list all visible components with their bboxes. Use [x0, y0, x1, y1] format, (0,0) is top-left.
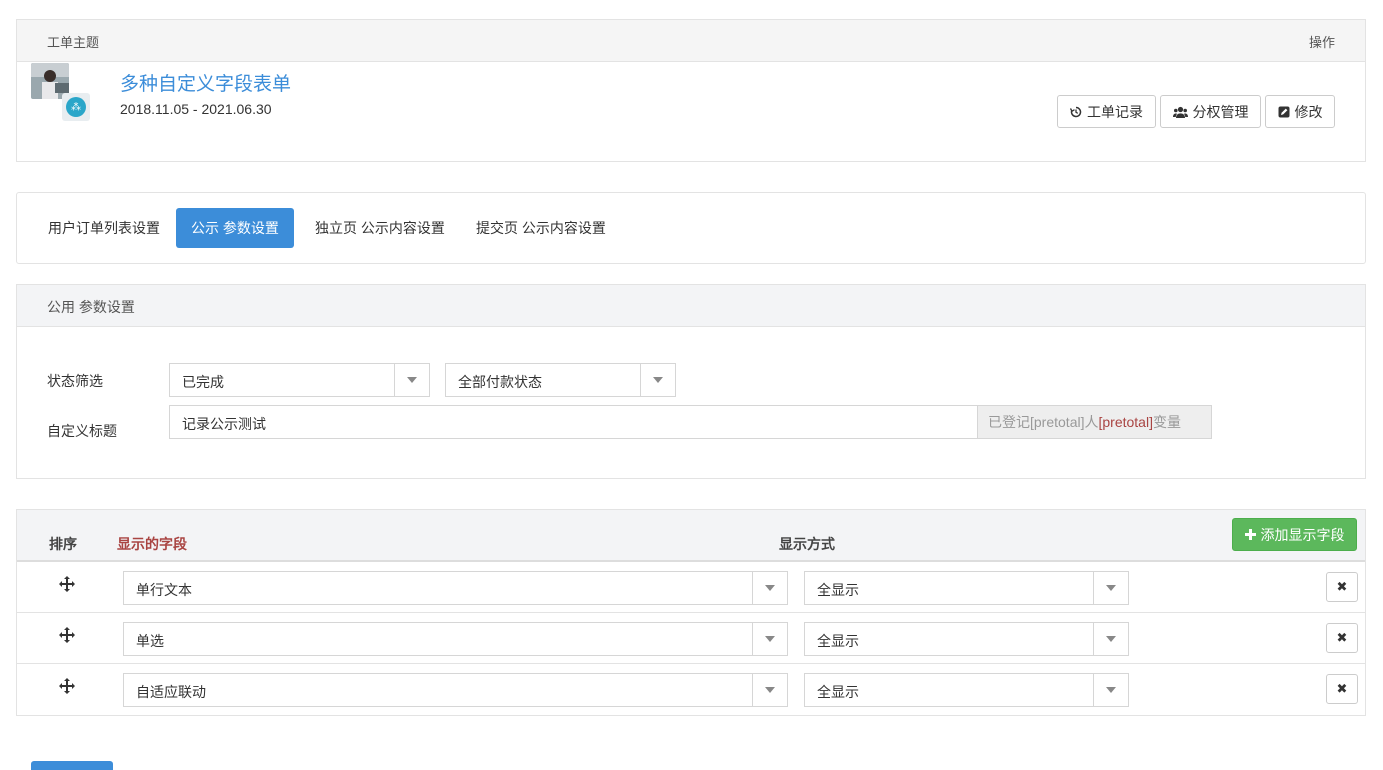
col-order: 排序: [49, 536, 77, 552]
drag-handle-icon[interactable]: [59, 678, 75, 694]
close-icon: ✖: [1336, 630, 1348, 645]
drag-handle-icon[interactable]: [59, 627, 75, 643]
col-field: 显示的字段: [117, 536, 187, 552]
edit-icon: [1278, 106, 1290, 118]
delete-row-button[interactable]: ✖: [1326, 623, 1358, 653]
mode-select-value: 全显示: [817, 684, 859, 700]
custom-title-label: 自定义标题: [47, 423, 117, 439]
variable-hint-addon: 已登记[pretotal]人 [pretotal] 变量: [977, 405, 1212, 439]
add-field-button[interactable]: 添加显示字段: [1232, 518, 1357, 551]
col-mode: 显示方式: [779, 536, 835, 552]
ticket-dates: 2018.11.05 - 2021.06.30: [120, 101, 272, 117]
chevron-down-icon: [394, 364, 429, 396]
field-select[interactable]: 单行文本: [123, 571, 788, 605]
delete-row-button[interactable]: ✖: [1326, 674, 1358, 704]
permissions-button-label: 分权管理: [1192, 103, 1249, 120]
table-row: 单行文本 全显示 ✖: [17, 562, 1365, 613]
payment-status-select[interactable]: 全部付款状态: [445, 363, 676, 397]
field-select[interactable]: 单选: [123, 622, 788, 656]
mode-select-value: 全显示: [817, 633, 859, 649]
custom-title-value: 记录公示测试: [182, 416, 266, 432]
col-topic-label: 工单主题: [47, 35, 100, 50]
tab-user-order-list[interactable]: 用户订单列表设置: [47, 208, 161, 248]
mode-select[interactable]: 全显示: [804, 673, 1129, 707]
addon-suffix: 变量: [1152, 414, 1181, 430]
status-select[interactable]: 已完成: [169, 363, 430, 397]
records-button-label: 工单记录: [1087, 103, 1143, 120]
custom-title-input[interactable]: 记录公示测试: [169, 405, 978, 439]
field-select[interactable]: 自适应联动: [123, 673, 788, 707]
payment-status-value: 全部付款状态: [458, 374, 542, 390]
plus-icon: [1244, 527, 1256, 543]
field-select-value: 单选: [136, 633, 164, 649]
chevron-down-icon: [752, 572, 787, 604]
field-select-value: 自适应联动: [136, 684, 206, 700]
group-badge-icon: ⁂: [62, 93, 90, 121]
ticket-title-link[interactable]: 多种自定义字段表单: [120, 69, 291, 96]
submit-button[interactable]: [31, 761, 113, 770]
table-row: 单选 全显示 ✖: [17, 613, 1365, 664]
status-filter-label: 状态筛选: [47, 373, 103, 389]
tab-submit-page-content[interactable]: 提交页 公示内容设置: [470, 208, 612, 248]
addon-variable: [pretotal]: [1098, 414, 1153, 430]
settings-tabs: 用户订单列表设置 公示 参数设置 独立页 公示内容设置 提交页 公示内容设置: [16, 192, 1366, 264]
status-select-value: 已完成: [182, 374, 224, 390]
mode-select-value: 全显示: [817, 582, 859, 598]
col-action-label: 操作: [1308, 35, 1335, 50]
records-button[interactable]: 工单记录: [1057, 95, 1156, 128]
close-icon: ✖: [1336, 681, 1348, 696]
mode-select[interactable]: 全显示: [804, 622, 1129, 656]
history-icon: [1070, 106, 1082, 118]
fields-table-header: 排序 显示的字段 显示方式 添加显示字段: [17, 510, 1365, 562]
chevron-down-icon: [1093, 572, 1128, 604]
mode-select[interactable]: 全显示: [804, 571, 1129, 605]
edit-button[interactable]: 修改: [1265, 95, 1335, 128]
delete-row-button[interactable]: ✖: [1326, 572, 1358, 602]
chevron-down-icon: [752, 623, 787, 655]
chevron-down-icon: [1093, 623, 1128, 655]
common-params-title: 公用 参数设置: [47, 299, 135, 315]
drag-handle-icon[interactable]: [59, 576, 75, 592]
table-row: 自适应联动 全显示 ✖: [17, 664, 1365, 715]
tab-standalone-page-content[interactable]: 独立页 公示内容设置: [309, 208, 451, 248]
addon-prefix: 已登记[pretotal]人: [988, 414, 1099, 430]
users-icon: [1172, 106, 1188, 118]
field-select-value: 单行文本: [136, 582, 192, 598]
common-params-header: 公用 参数设置: [17, 285, 1365, 327]
tab-public-params[interactable]: 公示 参数设置: [176, 208, 294, 248]
permissions-button[interactable]: 分权管理: [1160, 95, 1261, 128]
chevron-down-icon: [640, 364, 675, 396]
chevron-down-icon: [752, 674, 787, 706]
chevron-down-icon: [1093, 674, 1128, 706]
close-icon: ✖: [1336, 579, 1348, 594]
ticket-panel-header: 工单主题 操作: [17, 20, 1365, 62]
add-field-label: 添加显示字段: [1260, 526, 1345, 543]
fields-table: 排序 显示的字段 显示方式 添加显示字段 单行文本 全显示 ✖ 单选 全显示 ✖: [16, 509, 1366, 716]
edit-button-label: 修改: [1294, 103, 1323, 120]
